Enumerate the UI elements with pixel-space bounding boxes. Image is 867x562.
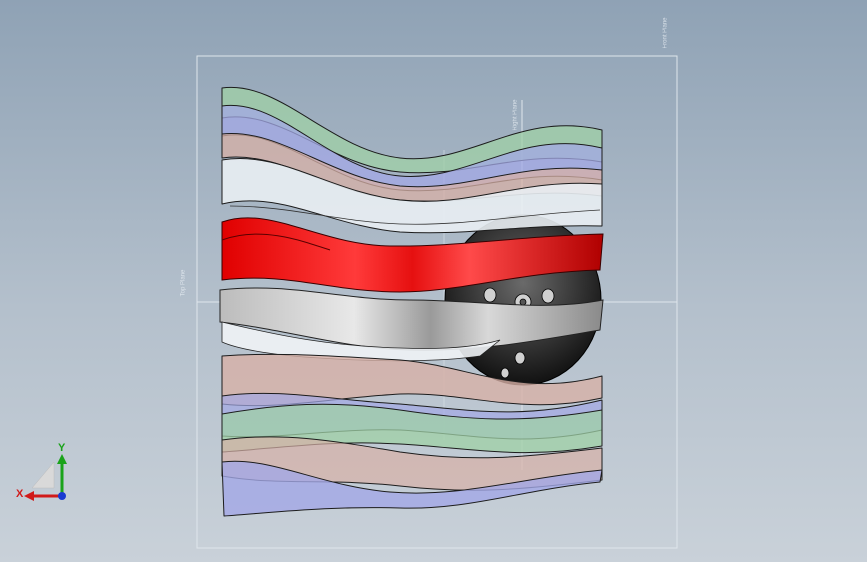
model-view[interactable] (0, 0, 867, 562)
top-plane-label: Top Plane (180, 269, 187, 297)
triad-x-label: X (16, 488, 24, 500)
triad-y-label: Y (58, 442, 66, 454)
graphics-viewport[interactable]: Front Plane Right Plane Top Plane Y X (0, 0, 867, 562)
reference-triad[interactable]: Y X (14, 440, 74, 510)
front-plane-label: Front Plane (662, 17, 669, 49)
right-plane-label: Right Plane (512, 99, 519, 131)
upper-wave-shells[interactable] (221, 86, 603, 234)
